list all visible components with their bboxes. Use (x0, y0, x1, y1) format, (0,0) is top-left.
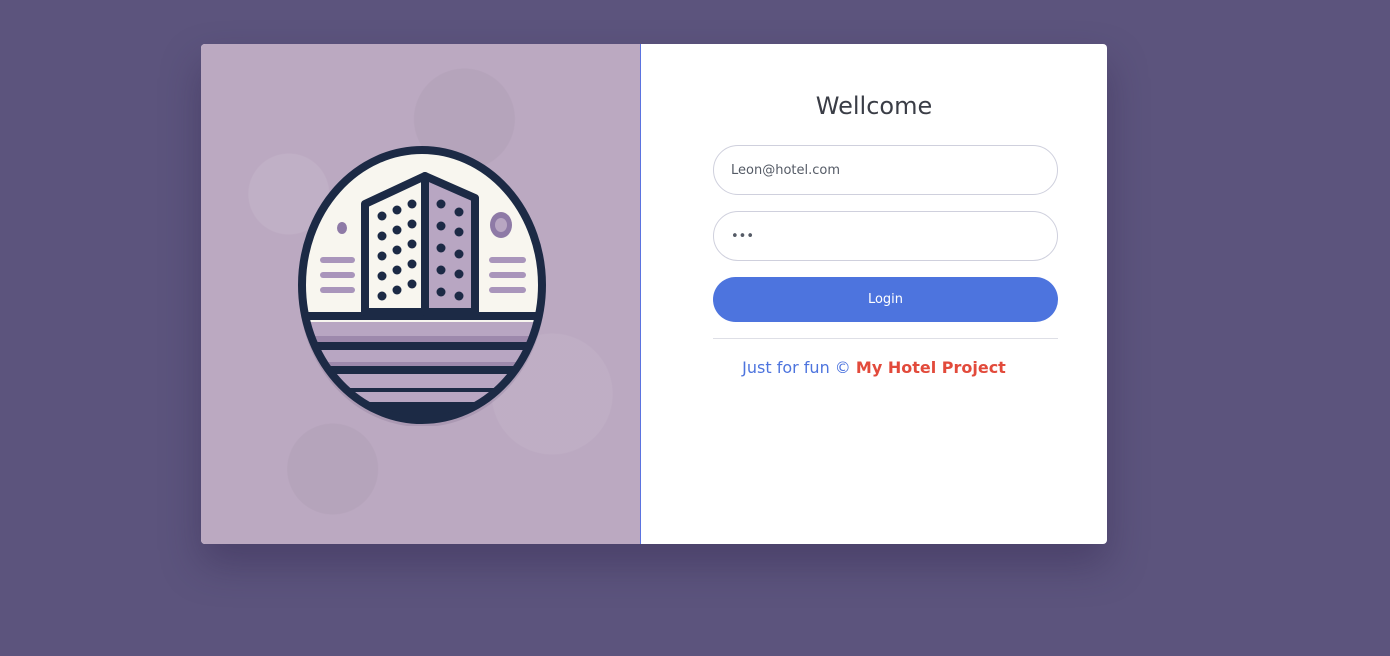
hotel-logo-icon (298, 146, 546, 426)
brand-panel (201, 44, 641, 544)
page-title: Wellcome (815, 92, 933, 120)
password-field[interactable] (713, 211, 1058, 261)
login-button[interactable]: Login (713, 277, 1058, 322)
footer-brand: My Hotel Project (855, 358, 1006, 377)
footer-credit: Just for fun © My Hotel Project (641, 358, 1107, 377)
footer-prefix: Just for fun © (742, 358, 851, 377)
email-field[interactable] (713, 145, 1058, 195)
divider (713, 338, 1058, 339)
login-card: Wellcome Login Just for fun © My Hotel P… (201, 44, 1107, 544)
login-form-panel: Wellcome Login Just for fun © My Hotel P… (641, 44, 1107, 544)
